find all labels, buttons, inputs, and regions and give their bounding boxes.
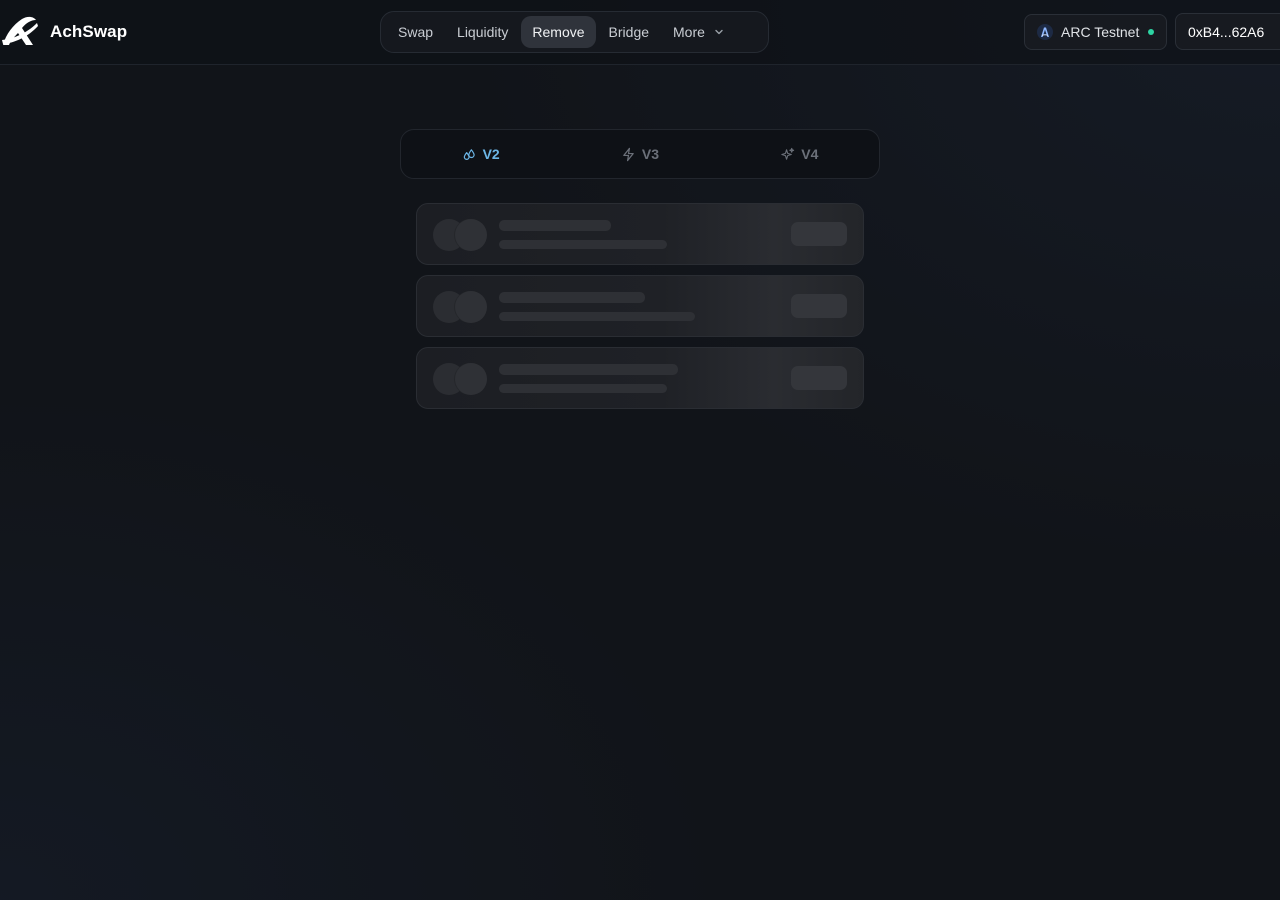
title-line-placeholder [499,220,611,231]
action-button-placeholder [791,222,847,246]
action-button-placeholder [791,294,847,318]
subtitle-line-placeholder [499,384,667,393]
brand[interactable]: AchSwap [0,14,127,50]
nav-liquidity-label: Liquidity [457,24,509,40]
arc-network-icon [1037,24,1053,40]
subtitle-line-placeholder [499,312,695,321]
main-nav: Swap Liquidity Remove Bridge More [380,11,769,53]
wallet-address-button[interactable]: 0xB4...62A6 [1175,13,1280,50]
brand-name: AchSwap [50,22,128,41]
nav-bridge-label: Bridge [608,24,650,40]
subtitle-line-placeholder [499,240,667,249]
nav-bridge[interactable]: Bridge [598,16,660,48]
nav-swap-label: Swap [398,24,434,40]
action-button-placeholder [791,366,847,390]
nav-more[interactable]: More [662,16,736,48]
position-skeleton-card [416,347,864,409]
zap-icon [623,147,634,161]
tab-v4-label: V4 [801,146,819,162]
network-label: ARC Testnet [1061,24,1140,40]
wallet-address: 0xB4...62A6 [1188,23,1265,40]
title-line-placeholder [499,364,678,375]
nav-remove-label: Remove [532,24,585,40]
token-avatar-placeholder [455,291,487,323]
title-line-placeholder [499,292,645,303]
nav-more-label: More [673,24,705,40]
nav-remove[interactable]: Remove [521,16,596,48]
top-header: AchSwap Swap Liquidity Remove Bridge Mor… [0,0,1280,65]
position-skeleton-card [416,275,864,337]
position-skeleton-card [416,203,864,265]
droplets-icon [463,148,475,160]
token-avatar-placeholder [455,363,487,395]
achswap-logo-icon [2,16,38,45]
tab-v3-label: V3 [641,146,660,162]
token-avatar-placeholder [455,219,487,251]
tab-v4[interactable]: V4 [720,130,879,178]
sparkles-icon [781,147,795,160]
nav-liquidity[interactable]: Liquidity [446,16,519,48]
version-tabs: V2 V3 V4 [400,129,880,179]
tab-v2[interactable]: V2 [401,130,560,178]
tab-v3[interactable]: V3 [560,130,719,178]
tab-v2-label: V2 [482,146,500,162]
nav-swap[interactable]: Swap [387,16,444,48]
network-status-dot [1148,29,1154,35]
network-selector[interactable]: ARC Testnet [1024,14,1167,50]
chevron-down-icon [715,29,723,35]
